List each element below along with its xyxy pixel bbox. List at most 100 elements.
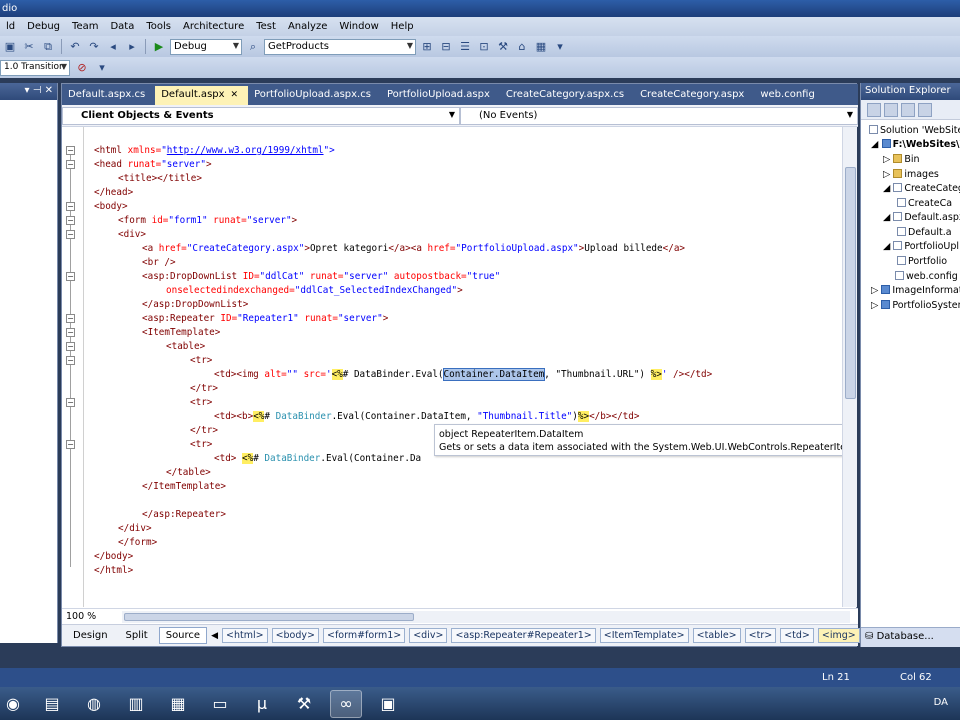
validation-icon[interactable]: ⊘ — [74, 60, 90, 76]
code-area[interactable]: − − − − − − − − − − − − <html xmlns="htt… — [62, 127, 842, 607]
menu-window[interactable]: Window — [333, 21, 384, 32]
menu-data[interactable]: Data — [104, 21, 140, 32]
find-icon[interactable]: ⌕ — [245, 39, 261, 55]
collapse-icon[interactable]: − — [66, 230, 75, 239]
tab-portfolioupload-aspx-cs[interactable]: PortfolioUpload.aspx.cs — [248, 86, 381, 105]
split-view-button[interactable]: Split — [119, 627, 155, 644]
scroll-thumb[interactable] — [124, 612, 414, 621]
overflow-icon[interactable]: ▾ — [94, 60, 110, 76]
tools-icon[interactable]: ⚒ — [288, 690, 320, 718]
tree-item-bin[interactable]: ▷ Bin — [883, 154, 920, 165]
collapse-icon[interactable]: − — [66, 328, 75, 337]
properties-icon[interactable]: ☰ — [457, 39, 473, 55]
collapse-icon[interactable]: − — [66, 272, 75, 281]
breadcrumb-table[interactable]: <table> — [692, 628, 741, 643]
chevron-left-icon[interactable]: ◀ — [211, 631, 218, 641]
language-indicator[interactable]: DA — [934, 697, 948, 708]
tree-item-web-config[interactable]: web.config — [895, 271, 958, 282]
navigate-forward-icon[interactable]: ▸ — [124, 39, 140, 55]
start-debugging-icon[interactable]: ▶ — [151, 39, 167, 55]
tree-item-portfolioupload[interactable]: ◢ PortfolioUpl — [883, 241, 959, 252]
application-icon[interactable]: ▦ — [162, 690, 194, 718]
visual-studio-icon[interactable]: ∞ — [330, 689, 362, 718]
solution-configuration-combo[interactable]: Debug ▼ — [170, 38, 242, 55]
toolbox-icon[interactable]: ⚒ — [495, 39, 511, 55]
target-schema-combo[interactable]: 1.0 Transition ▼ — [0, 59, 70, 76]
source-view-button[interactable]: Source — [158, 627, 208, 644]
close-icon[interactable]: ✕ — [231, 90, 239, 100]
breadcrumb-div[interactable]: <div> — [409, 628, 448, 643]
start-page-icon[interactable]: ⌂ — [514, 39, 530, 55]
nest-related-files-icon[interactable] — [918, 102, 932, 117]
client-objects-dropdown[interactable]: Client Objects & Events ▼ — [62, 106, 460, 125]
tab-default-aspx[interactable]: Default.aspx ✕ — [155, 86, 249, 105]
remote-desktop-icon[interactable]: ▣ — [372, 690, 404, 718]
tree-item-default[interactable]: ◢ Default.aspx — [883, 212, 960, 223]
zoom-level[interactable]: 100 % — [62, 611, 122, 622]
tab-web-config[interactable]: web.config — [754, 86, 824, 105]
collapse-icon[interactable]: − — [66, 356, 75, 365]
utorrent-icon[interactable]: µ — [246, 690, 278, 718]
database-explorer-tab[interactable]: ⛁ Database... — [861, 627, 960, 647]
tab-createcategory-aspx-cs[interactable]: CreateCategory.aspx.cs — [500, 86, 634, 105]
extension-manager-icon[interactable]: ▦ — [533, 39, 549, 55]
windows-explorer-icon[interactable]: ▤ — [36, 690, 68, 718]
design-view-button[interactable]: Design — [66, 627, 115, 644]
collapse-icon[interactable]: − — [66, 216, 75, 225]
events-dropdown[interactable]: (No Events) ▼ — [460, 106, 858, 125]
tree-item-createcategory-cs[interactable]: CreateCa — [897, 198, 952, 209]
breadcrumb-tr[interactable]: <tr> — [744, 628, 777, 643]
menu-test[interactable]: Test — [250, 21, 282, 32]
menu-team[interactable]: Team — [66, 21, 104, 32]
collapse-icon[interactable]: − — [66, 398, 75, 407]
object-browser-icon[interactable]: ⊡ — [476, 39, 492, 55]
refresh-icon[interactable] — [901, 102, 915, 117]
properties-icon[interactable] — [867, 102, 881, 117]
copy-icon[interactable]: ⧉ — [40, 39, 56, 55]
breadcrumb-repeater[interactable]: <asp:Repeater#Repeater1> — [451, 628, 596, 643]
tree-item-createcategory[interactable]: ◢ CreateCateg — [883, 183, 960, 194]
folder-icon[interactable]: ▭ — [204, 690, 236, 718]
menu-help[interactable]: Help — [385, 21, 420, 32]
cut-icon[interactable]: ✂ — [21, 39, 37, 55]
menu-analyze[interactable]: Analyze — [282, 21, 333, 32]
tree-item-default-cs[interactable]: Default.a — [897, 227, 952, 238]
navigate-back-icon[interactable]: ◂ — [105, 39, 121, 55]
solution-explorer-icon[interactable]: ⊟ — [438, 39, 454, 55]
menu-architecture[interactable]: Architecture — [177, 21, 250, 32]
breadcrumb-td[interactable]: <td> — [780, 628, 814, 643]
pin-icon[interactable]: ▾ ⊣ ✕ — [25, 85, 53, 96]
menu-build[interactable]: ld — [0, 21, 21, 32]
breadcrumb-body[interactable]: <body> — [271, 628, 319, 643]
show-all-files-icon[interactable] — [884, 102, 898, 117]
firefox-icon[interactable]: ◍ — [78, 690, 110, 718]
menu-tools[interactable]: Tools — [140, 21, 177, 32]
collapse-icon[interactable]: − — [66, 160, 75, 169]
media-icon[interactable]: ▥ — [120, 690, 152, 718]
collapse-icon[interactable]: − — [66, 342, 75, 351]
breadcrumb-itemtemplate[interactable]: <ItemTemplate> — [599, 628, 689, 643]
tab-default-aspx-cs[interactable]: Default.aspx.cs — [62, 86, 155, 105]
undo-icon[interactable]: ↶ — [67, 39, 83, 55]
tree-item-website[interactable]: ◢ F:\WebSites\W — [871, 139, 960, 150]
menu-debug[interactable]: Debug — [21, 21, 66, 32]
tree-item-solution[interactable]: Solution 'WebSite — [869, 125, 960, 136]
tab-portfolioupload-aspx[interactable]: PortfolioUpload.aspx — [381, 86, 500, 105]
options-icon[interactable]: ▾ — [552, 39, 568, 55]
vertical-scrollbar[interactable] — [842, 127, 857, 607]
find-in-files-icon[interactable]: ⊞ — [419, 39, 435, 55]
tree-item-portfoliosystem[interactable]: ▷ PortfolioSystem — [871, 300, 960, 311]
breadcrumb-form[interactable]: <form#form1> — [322, 628, 406, 643]
breadcrumb-html[interactable]: <html> — [222, 628, 268, 643]
find-combo[interactable]: GetProducts ▼ — [264, 38, 416, 55]
collapse-icon[interactable]: − — [66, 146, 75, 155]
tab-createcategory-aspx[interactable]: CreateCategory.aspx — [634, 86, 754, 105]
collapse-icon[interactable]: − — [66, 314, 75, 323]
breadcrumb-img[interactable]: <img> — [817, 628, 860, 643]
tree-item-images[interactable]: ▷ images — [883, 169, 939, 180]
collapse-icon[interactable]: − — [66, 202, 75, 211]
collapse-icon[interactable]: − — [66, 440, 75, 449]
redo-icon[interactable]: ↷ — [86, 39, 102, 55]
new-project-icon[interactable]: ▣ — [2, 39, 18, 55]
scroll-thumb[interactable] — [845, 167, 856, 399]
